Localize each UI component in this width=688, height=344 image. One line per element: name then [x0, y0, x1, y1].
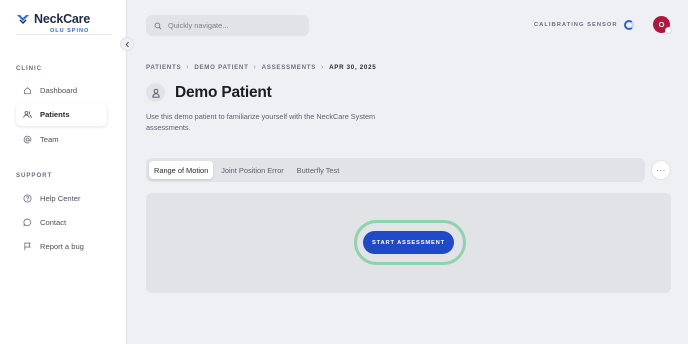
chevron-right-icon: › [321, 64, 325, 71]
sidebar-item-label: Patients [40, 110, 70, 119]
assessment-tabs: Range of Motion Joint Position Error But… [146, 158, 645, 182]
start-assessment-button[interactable]: START ASSESSMENT [363, 231, 454, 254]
breadcrumb-item-assessments[interactable]: ASSESSMENTS [262, 64, 316, 71]
tab-joint-position-error[interactable]: Joint Position Error [216, 161, 288, 179]
brand-name: NeckCare [34, 12, 91, 26]
flag-icon [24, 242, 31, 251]
sidebar-item-label: Contact [40, 218, 67, 227]
search-input[interactable] [168, 21, 298, 30]
chat-bubble-icon [23, 218, 32, 227]
sidebar: NeckCare OLU SPINO CLINIC Dashboard Pati… [0, 0, 127, 344]
sensor-status: CALIBRATING SENSOR [534, 20, 634, 30]
chevron-right-icon: › [253, 64, 257, 71]
sidebar-item-report-bug[interactable]: Report a bug [16, 235, 107, 258]
search-icon [154, 22, 162, 29]
chevron-right-icon: › [186, 64, 190, 71]
sensor-status-text: CALIBRATING SENSOR [534, 22, 618, 28]
sidebar-item-contact[interactable]: Contact [16, 211, 107, 234]
sidebar-divider [16, 34, 112, 35]
breadcrumb-item-demo-patient[interactable]: DEMO PATIENT [194, 64, 248, 71]
page-title: Demo Patient [175, 83, 272, 101]
sidebar-collapse-button[interactable] [120, 37, 134, 51]
sidebar-item-label: Help Center [40, 194, 81, 203]
loading-spinner-icon [623, 20, 634, 30]
page-description: Use this demo patient to familiarize you… [146, 112, 376, 132]
avatar-status-dot [665, 27, 672, 34]
breadcrumb-item-patients[interactable]: PATIENTS [146, 64, 181, 71]
breadcrumb: PATIENTS › DEMO PATIENT › ASSESSMENTS › … [146, 64, 376, 71]
sidebar-item-team[interactable]: Team [16, 128, 107, 151]
more-options-button[interactable]: ··· [651, 160, 671, 180]
person-icon [151, 88, 160, 98]
help-circle-icon [23, 194, 32, 203]
brand-logo[interactable]: NeckCare OLU SPINO [16, 12, 112, 34]
tab-range-of-motion[interactable]: Range of Motion [149, 161, 214, 179]
page-header: Demo Patient [146, 83, 272, 102]
chevron-left-icon [125, 41, 129, 47]
patient-avatar [146, 83, 165, 102]
section-label-support: SUPPORT [16, 172, 53, 179]
section-label-clinic: CLINIC [16, 65, 43, 72]
sidebar-item-label: Dashboard [40, 86, 78, 95]
search-bar[interactable] [146, 15, 309, 36]
tab-butterfly-test[interactable]: Butterfly Test [292, 161, 345, 179]
sidebar-item-label: Report a bug [40, 242, 84, 251]
home-icon [23, 87, 32, 95]
breadcrumb-item-date: APR 30, 2025 [329, 64, 377, 71]
neckcare-logo-icon [17, 15, 29, 24]
sidebar-item-help-center[interactable]: Help Center [16, 187, 107, 210]
sidebar-item-dashboard[interactable]: Dashboard [16, 79, 107, 102]
at-sign-icon [23, 135, 32, 144]
users-icon [23, 111, 32, 118]
sidebar-item-label: Team [40, 135, 59, 144]
sidebar-item-patients[interactable]: Patients [16, 103, 107, 126]
